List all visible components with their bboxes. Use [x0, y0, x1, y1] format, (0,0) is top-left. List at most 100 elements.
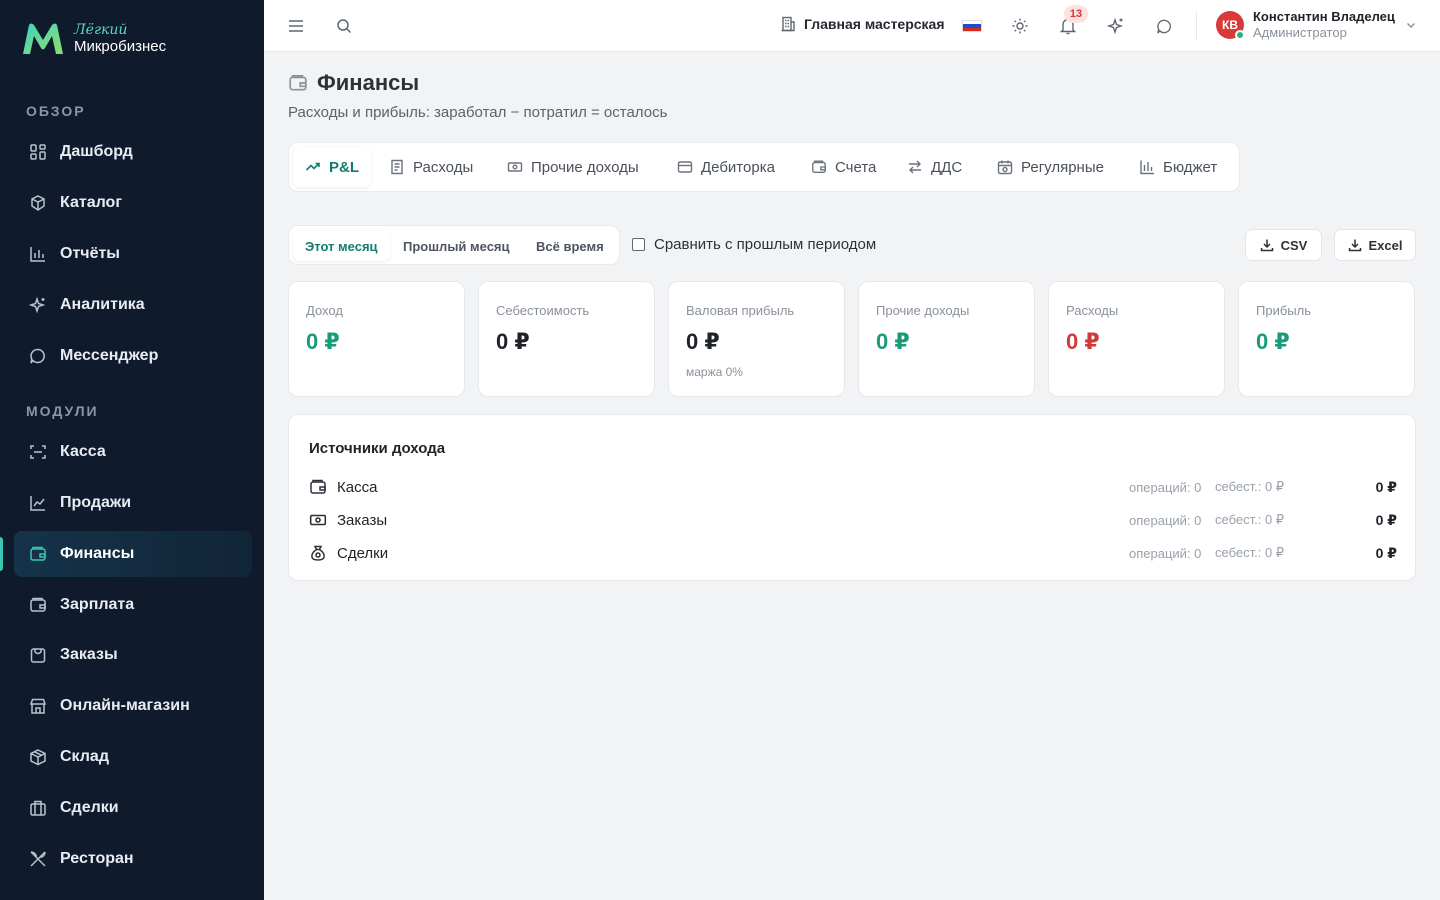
income-sources-card: Источники дохода Касса операций: 0 себес…	[288, 414, 1416, 581]
source-amount: 0 ₽	[1375, 544, 1397, 561]
search-button[interactable]	[332, 14, 356, 38]
source-operations: операций: 0	[1129, 479, 1202, 495]
tab-pnl[interactable]: P&L	[293, 147, 371, 187]
tab-label: Прочие доходы	[531, 158, 639, 176]
sidebar-item-orders[interactable]: Заказы	[14, 632, 252, 678]
sidebar: Лёгкий Микробизнес ОБЗОР Дашборд Каталог…	[0, 0, 264, 900]
tab-label: Регулярные	[1021, 158, 1104, 176]
download-icon	[1348, 238, 1362, 252]
list-item[interactable]: Касса операций: 0 себест.: 0 ₽ 0 ₽	[309, 475, 1397, 499]
kpi-label: Прочие доходы	[876, 303, 970, 318]
export-excel-label: Excel	[1368, 237, 1403, 253]
sidebar-item-salary[interactable]: Зарплата	[14, 582, 252, 628]
sidebar-item-label: Ресторан	[60, 850, 134, 867]
analytics-icon	[28, 295, 48, 315]
ai-assistant-button[interactable]	[1104, 14, 1128, 38]
tab-recurring[interactable]: Регулярные	[985, 147, 1116, 187]
sidebar-item-reports[interactable]: Отчёты	[14, 231, 252, 277]
banknote-icon	[309, 511, 327, 529]
sidebar-item-label: Заказы	[60, 646, 118, 663]
sidebar-item-sales[interactable]: Продажи	[14, 480, 252, 526]
workshop-name: Главная мастерская	[804, 16, 945, 32]
trend-up-icon	[305, 159, 321, 175]
app-logo[interactable]: Лёгкий Микробизнес	[20, 20, 166, 58]
tab-cash-flow[interactable]: ДДС	[895, 147, 974, 187]
sidebar-item-catalog[interactable]: Каталог	[14, 180, 252, 226]
compare-period-checkbox[interactable]: Сравнить с прошлым периодом	[632, 236, 876, 253]
kpi-card-profit: Прибыль 0 ₽	[1238, 281, 1415, 397]
sidebar-item-messenger[interactable]: Мессенджер	[14, 333, 252, 379]
sidebar-item-dashboard[interactable]: Дашборд	[14, 129, 252, 175]
kpi-card-gross-profit: Валовая прибыль 0 ₽ маржа 0%	[668, 281, 845, 397]
logo-tagline: Лёгкий	[74, 22, 128, 39]
sidebar-item-analytics[interactable]: Аналитика	[14, 282, 252, 328]
sidebar-item-warehouse[interactable]: Склад	[14, 734, 252, 780]
online-status-dot	[1235, 29, 1245, 40]
theme-toggle-button[interactable]	[1008, 14, 1032, 38]
sidebar-item-deals[interactable]: Сделки	[14, 785, 252, 831]
sidebar-item-restaurant[interactable]: Ресторан	[14, 836, 252, 882]
sidebar-item-label: Онлайн-магазин	[60, 697, 190, 714]
dashboard-icon	[28, 142, 48, 162]
workshop-selector[interactable]: Главная мастерская	[780, 16, 945, 32]
sidebar-item-label: Касса	[60, 443, 106, 460]
sidebar-item-online-store[interactable]: Онлайн-магазин	[14, 683, 252, 729]
kpi-card-other-income: Прочие доходы 0 ₽	[858, 281, 1035, 397]
tab-expenses[interactable]: Расходы	[377, 147, 485, 187]
search-icon	[337, 19, 352, 34]
sidebar-item-label: Склад	[60, 748, 109, 765]
kpi-value: 0 ₽	[306, 329, 340, 354]
orders-icon	[28, 645, 48, 665]
kpi-label: Себестоимость	[496, 303, 590, 318]
tab-label: Счета	[835, 158, 877, 176]
list-item[interactable]: Сделки операций: 0 себест.: 0 ₽ 0 ₽	[309, 541, 1397, 565]
bar-chart-icon	[1139, 159, 1155, 175]
sidebar-item-label: Продажи	[60, 494, 132, 511]
list-item[interactable]: Заказы операций: 0 себест.: 0 ₽ 0 ₽	[309, 508, 1397, 532]
source-amount: 0 ₽	[1375, 478, 1397, 495]
source-amount: 0 ₽	[1375, 511, 1397, 528]
sidebar-item-label: Мессенджер	[60, 347, 159, 364]
period-last-month-button[interactable]: Прошлый месяц	[391, 231, 522, 261]
wallet-icon	[288, 73, 308, 93]
notifications-badge: 13	[1064, 5, 1088, 23]
checkbox-box[interactable]	[632, 238, 645, 251]
kpi-value: 0 ₽	[1066, 329, 1100, 354]
user-menu[interactable]: КВ Константин Владелец Администратор	[1216, 9, 1417, 40]
download-icon	[1260, 238, 1274, 252]
kpi-value: 0 ₽	[686, 329, 720, 354]
page-title: Финансы	[317, 70, 420, 95]
tab-label: Дебиторка	[701, 158, 775, 176]
sidebar-item-cash-register[interactable]: Касса	[14, 429, 252, 475]
sparkles-icon	[1107, 17, 1124, 35]
kpi-label: Расходы	[1066, 303, 1119, 318]
sales-icon	[28, 493, 48, 513]
export-excel-button[interactable]: Excel	[1334, 229, 1416, 261]
restaurant-icon	[28, 849, 48, 869]
chat-button[interactable]	[1152, 14, 1176, 38]
arrows-exchange-icon	[907, 159, 923, 175]
messenger-icon	[28, 346, 48, 366]
kpi-value: 0 ₽	[876, 329, 910, 354]
tab-receivables[interactable]: Дебиторка	[665, 147, 787, 187]
period-this-month-button[interactable]: Этот месяц	[293, 231, 390, 261]
sidebar-item-finance[interactable]: Финансы	[14, 531, 252, 577]
banknote-icon	[507, 159, 523, 175]
menu-toggle-button[interactable]	[284, 14, 308, 38]
tab-budget[interactable]: Бюджет	[1127, 147, 1229, 187]
export-csv-button[interactable]: CSV	[1245, 229, 1322, 261]
sidebar-item-label: Финансы	[60, 545, 135, 562]
receipt-icon	[389, 159, 405, 175]
topbar-divider	[1196, 12, 1197, 40]
sidebar-item-label: Аналитика	[60, 296, 145, 313]
source-name: Заказы	[337, 511, 388, 529]
language-flag-ru-icon[interactable]	[962, 20, 982, 32]
logo-name: Микробизнес	[74, 37, 167, 55]
tab-accounts[interactable]: Счета	[799, 147, 888, 187]
logo-mark-icon	[23, 23, 63, 54]
kpi-card-cost: Себестоимость 0 ₽	[478, 281, 655, 397]
period-all-time-button[interactable]: Всё время	[524, 231, 616, 261]
tab-other-income[interactable]: Прочие доходы	[495, 147, 651, 187]
kpi-value: 0 ₽	[1256, 329, 1290, 354]
avatar: КВ	[1216, 10, 1245, 40]
